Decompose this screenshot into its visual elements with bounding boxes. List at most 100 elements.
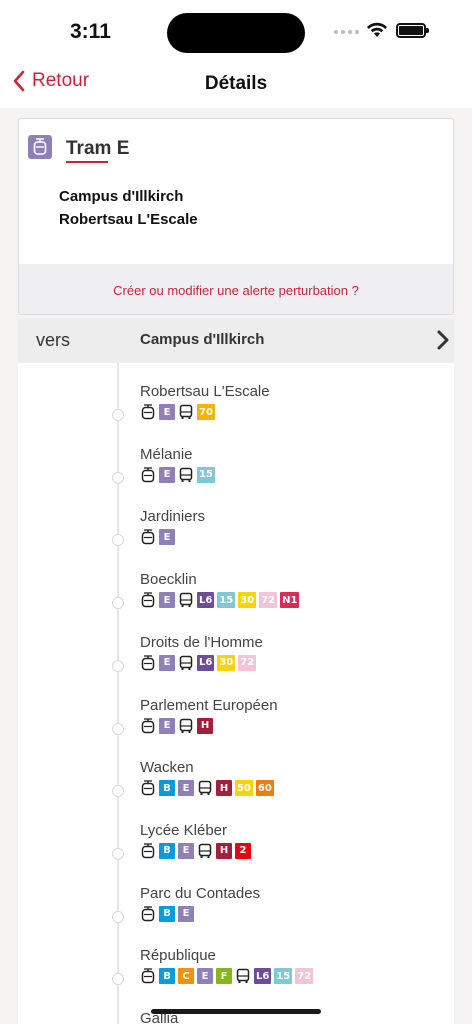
stop-dot [112,597,124,610]
terminus-2: Robertsau L'Escale [59,211,198,228]
connections: BE H2 [140,842,251,859]
line-badge: L6 [197,654,215,671]
create-alert-link[interactable]: Créer ou modifier une alerte perturbatio… [113,283,359,298]
alert-section: Créer ou modifier une alerte perturbatio… [19,264,453,314]
line-badge: 15 [217,592,236,609]
line-badge: B [159,842,175,859]
connections: B C E F L6 15 72 [140,968,314,985]
line-badge: E [159,404,175,420]
stop-row[interactable]: Parc du Contades B E [18,885,454,941]
status-time: 3:11 [70,20,111,43]
stop-dot [112,785,124,798]
connections: EH [140,717,213,734]
stop-name: Jardiniers [140,508,206,526]
connections: E L6 30 72 [140,654,257,671]
home-indicator [151,1009,321,1014]
line-badge: E [159,717,175,734]
stop-name: Wacken [140,759,194,777]
tram-icon [140,843,156,859]
stops-list: Robertsau L'Escale E 70 Mélanie E 15 Jardinier… [18,363,454,1024]
line-badge: 30 [238,592,257,609]
line-name: Tram E [66,138,130,159]
status-bar: 3:11 [0,0,472,62]
tram-icon [140,655,156,671]
bus-icon [197,780,213,796]
stop-row[interactable]: Wacken B E H 50 60 [18,759,454,815]
tram-icon [140,717,156,734]
line-badge: 70 [197,404,215,420]
bus-icon [197,843,213,859]
navigation-bar: Retour Détails [0,62,472,108]
connections: E 15 [140,466,215,483]
tram-icon [140,592,156,608]
line-badge: 60 [255,780,274,797]
stop-row[interactable]: Robertsau L'Escale E 70 [18,383,454,439]
stop-name: Parlement Européen [140,696,278,714]
tram-icon [140,404,156,420]
stop-dot [112,910,124,923]
connections: E 70 [140,404,215,420]
battery-icon [396,23,429,38]
stop-dot [112,973,124,986]
line-badge: 50 [235,780,253,797]
stop-name: République [140,947,216,965]
stop-dot [112,722,124,735]
line-badge: N1 [280,592,300,609]
bus-icon [178,655,194,671]
line-badge: E [159,592,175,609]
line-badge: 72 [238,654,257,671]
line-badge: B [159,968,175,985]
connections: BE [140,905,194,922]
tram-icon [140,529,156,545]
line-badge: 30 [217,654,236,671]
terminus-1: Campus d'Illkirch [59,188,184,205]
line-badge: E [178,842,194,859]
dynamic-island [167,13,305,53]
line-badge: H [216,842,232,859]
line-badge: E [197,968,213,985]
stop-dot [112,471,124,484]
line-badge: E [178,905,194,922]
line-badge: E [159,654,175,671]
wifi-icon [367,22,387,37]
direction-destination: Campus d'Illkirch [140,331,265,348]
direction-selector[interactable]: vers Campus d'Illkirch [18,318,454,363]
stop-name: Parc du Contades [140,884,261,902]
cellular-signal-icon [334,30,359,34]
line-badge: E [178,780,194,797]
page-title: Détails [204,73,268,94]
line-badge: 72 [259,592,278,609]
line-badge: L6 [254,968,272,985]
line-badge: L6 [197,592,215,609]
bus-icon [178,467,194,483]
line-card: Tram E Campus d'Illkirch Robertsau L'Esc… [18,118,454,315]
tram-icon [140,780,156,796]
stop-row[interactable]: Droits de l'Homme E L6 30 72 [18,634,454,690]
stop-row[interactable]: Jardiniers E [18,508,454,564]
tram-icon [140,905,156,922]
stop-row[interactable]: Mélanie E 15 [18,446,454,502]
stop-name: Droits de l'Homme [140,633,263,651]
connections: B E H 50 60 [140,780,274,797]
stop-row[interactable]: Lycée Kléber B E H 2 [18,822,454,878]
stop-dot [112,409,124,421]
tram-icon [140,467,156,483]
tram-line-icon [28,135,52,159]
chevron-right-icon[interactable] [436,329,450,351]
stop-dot [112,847,124,860]
line-badge: H [216,780,232,797]
bus-icon [178,404,194,420]
line-badge: 15 [197,466,215,483]
stop-row[interactable]: Boecklin E L6 15 30 72 N1 [18,571,454,627]
stop-row[interactable]: Parlement Européen E H [18,697,454,753]
stop-dot [112,659,124,672]
stop-name: Robertsau L'Escale [140,383,270,400]
line-badge: 15 [274,968,293,985]
direction-prefix: vers [36,330,71,350]
connections: E L6 15 30 72 N1 [140,592,300,609]
bus-icon [178,718,194,734]
stop-row[interactable]: République B C E F L6 15 72 [18,947,454,1003]
line-badge: E [159,529,175,546]
line-name-underline [66,161,108,163]
stop-name: Lycée Kléber [140,821,227,839]
